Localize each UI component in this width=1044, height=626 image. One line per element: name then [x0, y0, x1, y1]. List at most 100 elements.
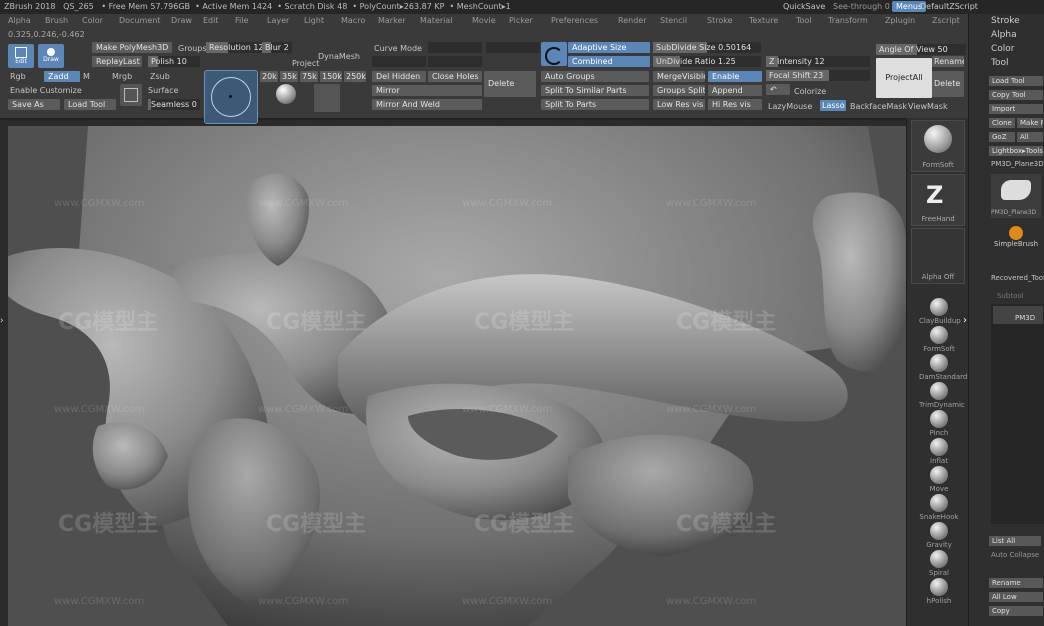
make-polymesh-button[interactable]: Make PolyMesh3D: [92, 42, 172, 53]
goz-button[interactable]: GoZ: [989, 132, 1015, 142]
import-button[interactable]: Import: [989, 104, 1043, 114]
mirror-button[interactable]: Mirror: [372, 85, 482, 96]
alpha-palette[interactable]: Alpha: [991, 30, 1017, 40]
save-as-button[interactable]: Save As: [8, 99, 60, 110]
menu-stroke[interactable]: Stroke: [707, 16, 733, 25]
color-palette[interactable]: Color: [991, 44, 1015, 54]
material-button[interactable]: [120, 84, 142, 106]
recovered-tool-caption[interactable]: Recovered_Tool: [991, 274, 1044, 282]
menu-edit[interactable]: Edit: [203, 16, 219, 25]
mirror-weld-button[interactable]: Mirror And Weld: [372, 99, 482, 110]
backface-mask-toggle[interactable]: BackfaceMask: [850, 102, 907, 111]
symmetry-button[interactable]: [541, 42, 567, 66]
menu-layer[interactable]: Layer: [267, 16, 289, 25]
zsub-toggle[interactable]: Zsub: [150, 72, 170, 81]
delete-shelf-button[interactable]: Delete: [932, 71, 964, 97]
blur-slider[interactable]: Blur 2: [262, 42, 292, 53]
lightbox-tools-button[interactable]: Lightbox▸Tools: [989, 146, 1043, 156]
del-hidden-button[interactable]: Del Hidden: [372, 71, 426, 82]
zadd-toggle[interactable]: Zadd: [44, 71, 80, 82]
merge-visible-button[interactable]: MergeVisible: [653, 71, 705, 82]
empty-slot-1[interactable]: [428, 42, 482, 53]
load-tool-right-button[interactable]: Load Tool: [989, 76, 1043, 86]
menu-picker[interactable]: Picker: [509, 16, 533, 25]
colorize-toggle[interactable]: Colorize: [794, 87, 826, 96]
canvas-right-arrow-icon[interactable]: ›: [963, 315, 967, 326]
focal-shift-slider[interactable]: Focal Shift 23: [766, 70, 870, 81]
alpha-thumbnail[interactable]: Alpha Off: [911, 228, 965, 284]
menu-texture[interactable]: Texture: [749, 16, 778, 25]
subdivide-size-slider[interactable]: SubDivide Size 0.50164: [653, 42, 761, 53]
seamless-slider[interactable]: Seamless 0: [148, 99, 200, 110]
menu-alpha[interactable]: Alpha: [8, 16, 31, 25]
menu-material[interactable]: Material: [420, 16, 453, 25]
menu-marker[interactable]: Marker: [378, 16, 406, 25]
append-button[interactable]: Append: [708, 85, 762, 96]
quicksave-button[interactable]: QuickSave: [783, 2, 825, 11]
sphere-material-icon[interactable]: [276, 84, 296, 104]
empty-slot-4[interactable]: [428, 56, 482, 67]
res-20k-button[interactable]: 20k: [260, 71, 278, 82]
empty-slot-2[interactable]: [486, 42, 540, 53]
auto-groups-button[interactable]: Auto Groups: [541, 71, 649, 82]
lazy-mouse-toggle[interactable]: LazyMouse: [768, 102, 812, 111]
undo-arrow-button[interactable]: ↶: [766, 84, 790, 95]
tool-palette[interactable]: Tool: [991, 58, 1008, 68]
list-all-button[interactable]: List All: [989, 536, 1041, 546]
brush-spiral[interactable]: Spiral: [919, 550, 959, 577]
menu-brush[interactable]: Brush: [45, 16, 68, 25]
brush-damstandard[interactable]: DamStandard: [919, 354, 967, 381]
low-res-vis-button[interactable]: Low Res vis: [653, 99, 705, 110]
menu-transform[interactable]: Transform: [828, 16, 868, 25]
undivide-ratio-slider[interactable]: UnDivide Ratio 1.25: [653, 56, 761, 67]
brush-claybuildup[interactable]: ClayBuildup: [919, 298, 961, 325]
adaptive-size-toggle[interactable]: Adaptive Size: [568, 42, 650, 53]
copy-tool-button[interactable]: Copy Tool: [989, 90, 1043, 100]
resolution-slider[interactable]: Resolution 128: [206, 42, 269, 53]
menu-stencil[interactable]: Stencil: [660, 16, 687, 25]
left-tray[interactable]: ›: [0, 126, 8, 626]
split-similar-button[interactable]: Split To Similar Parts: [541, 85, 649, 96]
subtool-list[interactable]: PM3D: [991, 304, 1044, 524]
view-mask-toggle[interactable]: ViewMask: [908, 102, 948, 111]
load-tool-button[interactable]: Load Tool: [64, 99, 116, 110]
draw-button[interactable]: Draw: [38, 44, 64, 68]
brush-move[interactable]: Move: [919, 466, 959, 493]
curve-mode-toggle[interactable]: Curve Mode: [374, 44, 422, 53]
default-zscript-button[interactable]: DefaultZScript: [920, 2, 978, 11]
menu-zplugin[interactable]: Zplugin: [885, 16, 915, 25]
rename-subtool-button[interactable]: Rename: [989, 578, 1043, 588]
split-parts-button[interactable]: Split To Parts: [541, 99, 649, 110]
brush-snakehook[interactable]: SnakeHook: [919, 494, 959, 521]
delete-button[interactable]: Delete: [484, 71, 536, 97]
enable-toggle[interactable]: Enable: [708, 71, 762, 82]
menu-color[interactable]: Color: [82, 16, 103, 25]
enable-customize-button[interactable]: Enable Customize: [10, 86, 82, 95]
brush-trimdynamic[interactable]: TrimDynamic: [919, 382, 965, 409]
menu-draw[interactable]: Draw: [171, 16, 192, 25]
combined-toggle[interactable]: Combined: [568, 56, 650, 67]
res-150k-button[interactable]: 150k: [320, 71, 342, 82]
menu-file[interactable]: File: [235, 16, 248, 25]
auto-collapse-toggle[interactable]: Auto Collapse: [991, 551, 1039, 559]
all-low-button[interactable]: All Low: [989, 592, 1043, 602]
menu-light[interactable]: Light: [304, 16, 324, 25]
rename-shelf-button[interactable]: Rename: [932, 56, 964, 67]
formsoft-thumbnail[interactable]: FormSoft: [911, 120, 965, 172]
blank-swatch[interactable]: [314, 84, 340, 112]
edit-button[interactable]: Edit: [8, 44, 34, 68]
angle-of-view-slider[interactable]: Angle Of View 50: [876, 44, 966, 55]
subtool-item-pm3d[interactable]: PM3D: [993, 306, 1043, 324]
clone-button[interactable]: Clone: [989, 118, 1015, 128]
mrgb-toggle[interactable]: Mrgb: [112, 72, 132, 81]
subtool-header[interactable]: Subtool: [997, 292, 1024, 300]
tool-thumbnail-pm3d[interactable]: PM3D_Plane3D: [991, 174, 1041, 218]
menu-macro[interactable]: Macro: [341, 16, 365, 25]
goz-all-button[interactable]: All: [1017, 132, 1043, 142]
lasso-toggle[interactable]: Lasso: [820, 100, 846, 111]
dynamesh-button[interactable]: DynaMesh: [318, 52, 360, 61]
res-35k-button[interactable]: 35k: [280, 71, 298, 82]
z-intensity-slider[interactable]: Z Intensity 12: [766, 56, 870, 67]
replay-last-button[interactable]: ReplayLast: [92, 56, 142, 67]
close-holes-button[interactable]: Close Holes: [428, 71, 482, 82]
